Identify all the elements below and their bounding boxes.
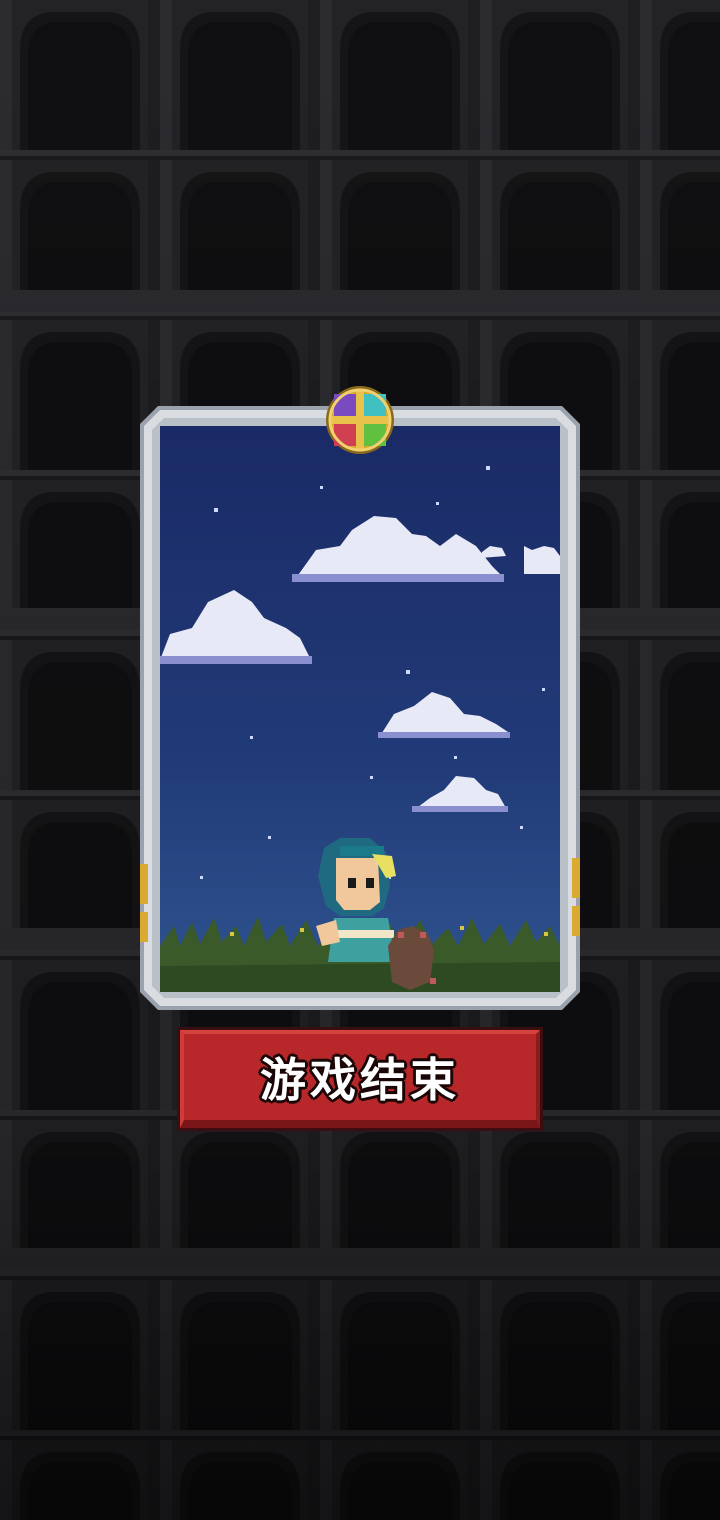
card-illustration — [140, 406, 580, 1010]
character-card — [140, 406, 580, 1010]
game-over-screen: 游戏结束 — [0, 0, 720, 1520]
hooded-hero-icon — [316, 838, 396, 962]
game-over-button[interactable]: 游戏结束 — [180, 1030, 540, 1128]
compass-emblem-icon — [326, 386, 394, 454]
game-over-label: 游戏结束 — [260, 1053, 460, 1107]
